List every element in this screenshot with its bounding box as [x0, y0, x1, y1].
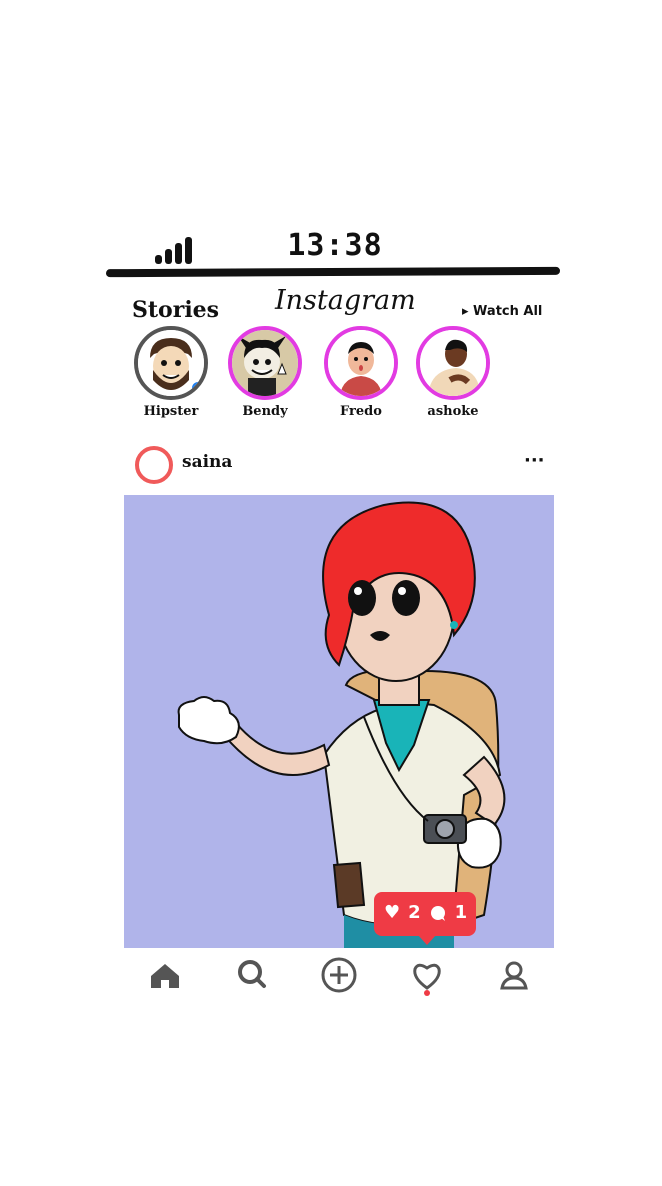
story-name: Bendy [242, 404, 288, 419]
bendy-avatar [232, 330, 298, 396]
likes-count: 2 [408, 902, 421, 923]
post-author-avatar[interactable] [135, 446, 173, 484]
story-fredo[interactable]: Fredo [316, 326, 406, 419]
nav-home[interactable] [145, 956, 185, 996]
nav-add[interactable] [319, 956, 359, 996]
post-image[interactable] [124, 495, 554, 948]
more-options-icon[interactable]: ··· [524, 450, 545, 471]
saina-illustration [177, 501, 506, 948]
comments-count: 1 [454, 902, 468, 923]
app-title: Instagram [275, 285, 416, 316]
activity-unread-dot [424, 990, 430, 996]
notification-tail [418, 935, 436, 945]
status-divider [105, 266, 561, 278]
likes-heart-icon: ♥ [384, 902, 401, 923]
activity-notification[interactable]: ♥ 2 1 [374, 892, 476, 945]
story-avatar [228, 326, 302, 400]
live-indicator [190, 380, 204, 396]
comment-icon [430, 905, 445, 921]
ashoke-avatar [420, 330, 486, 396]
stories-title: Stories [132, 297, 220, 323]
watch-all-link[interactable]: ▸ Watch All [462, 304, 542, 319]
add-icon [321, 957, 357, 993]
story-avatar [324, 326, 398, 400]
story-bendy[interactable]: Bendy [220, 326, 310, 419]
search-icon [238, 960, 266, 988]
story-name: ashoke [427, 404, 479, 419]
story-hipster[interactable]: Hipster [126, 326, 216, 419]
story-avatar [416, 326, 490, 400]
story-name: Hipster [143, 404, 199, 419]
status-time: 13:38 [287, 228, 383, 263]
nav-search[interactable] [232, 956, 272, 996]
story-ashoke[interactable]: ashoke [408, 326, 498, 419]
fredo-avatar [328, 330, 394, 396]
nav-profile[interactable] [494, 956, 534, 996]
story-avatar [134, 326, 208, 400]
post-username[interactable]: saina [182, 452, 232, 472]
story-name: Fredo [340, 404, 382, 419]
signal-strength-icon [155, 236, 195, 264]
profile-icon [500, 961, 528, 990]
home-icon [151, 964, 179, 988]
